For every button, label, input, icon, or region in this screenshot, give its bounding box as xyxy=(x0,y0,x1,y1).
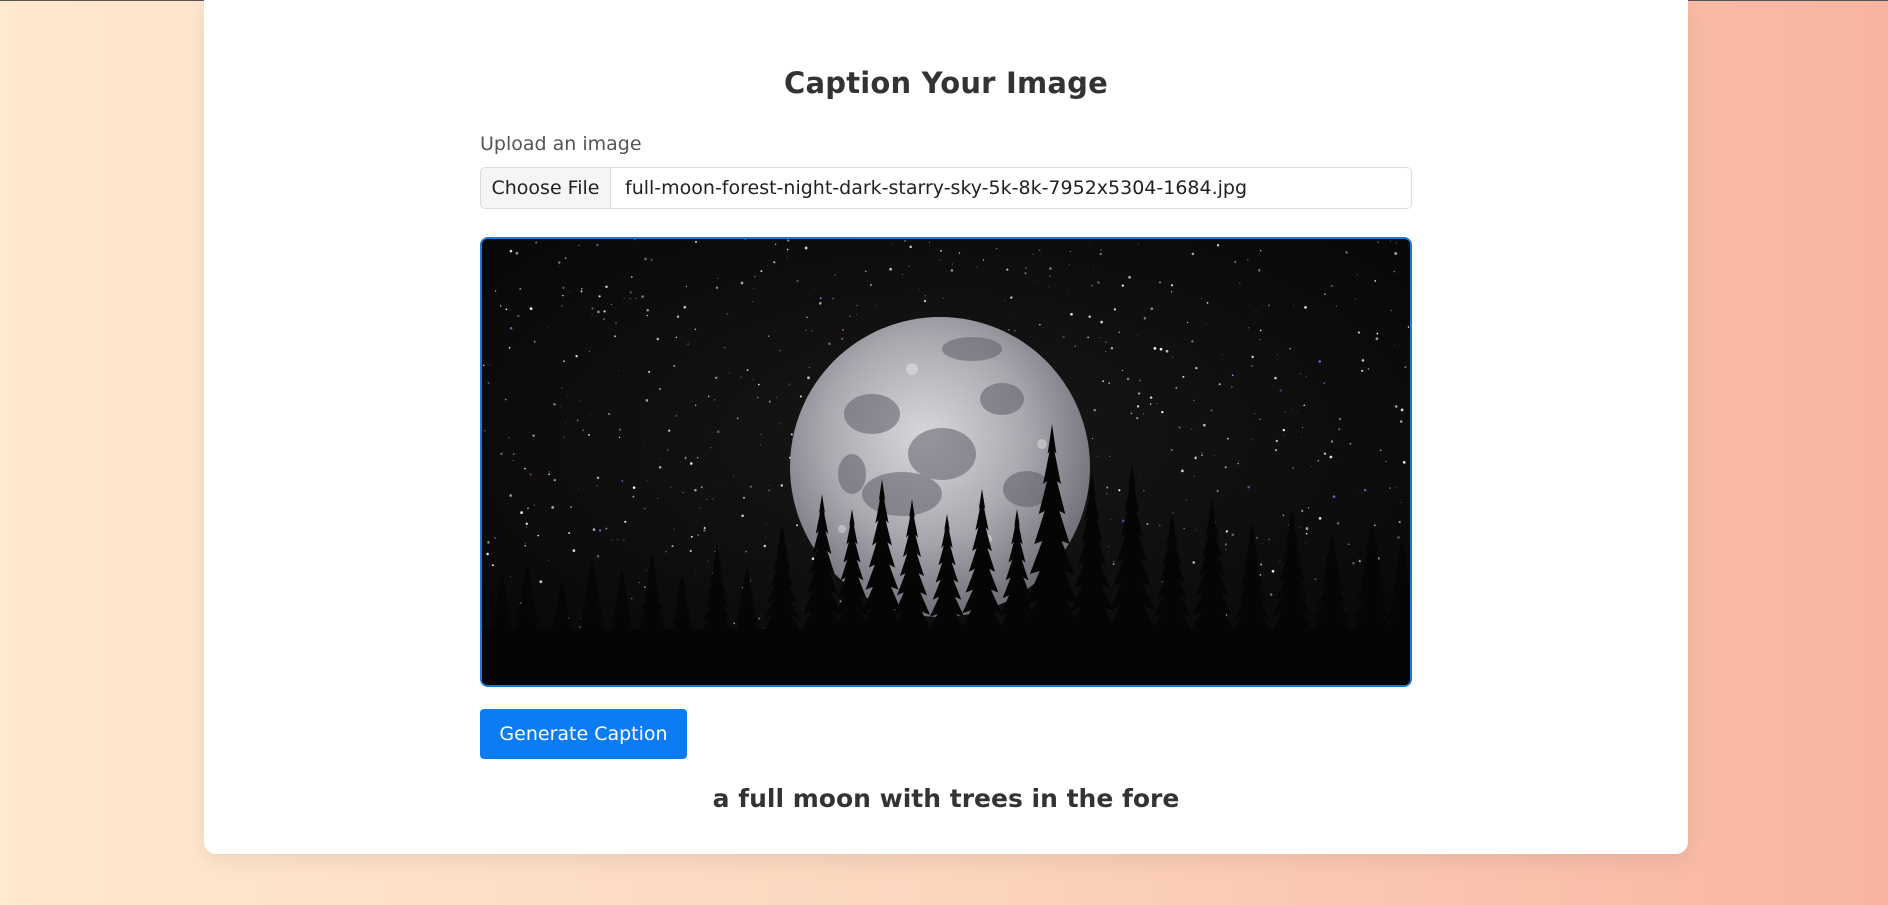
caption-card: Caption Your Image Upload an image Choos… xyxy=(204,0,1688,854)
page-title: Caption Your Image xyxy=(784,66,1108,100)
generate-caption-button[interactable]: Generate Caption xyxy=(480,709,687,759)
image-preview xyxy=(480,237,1412,687)
moon-forest-night-image xyxy=(482,239,1410,685)
upload-label: Upload an image xyxy=(480,133,642,155)
file-input[interactable]: Choose File full-moon-forest-night-dark-… xyxy=(480,167,1412,209)
generated-caption: a full moon with trees in the fore xyxy=(712,784,1180,813)
selected-file-name: full-moon-forest-night-dark-starry-sky-5… xyxy=(625,177,1248,199)
choose-file-button[interactable]: Choose File xyxy=(481,168,611,208)
